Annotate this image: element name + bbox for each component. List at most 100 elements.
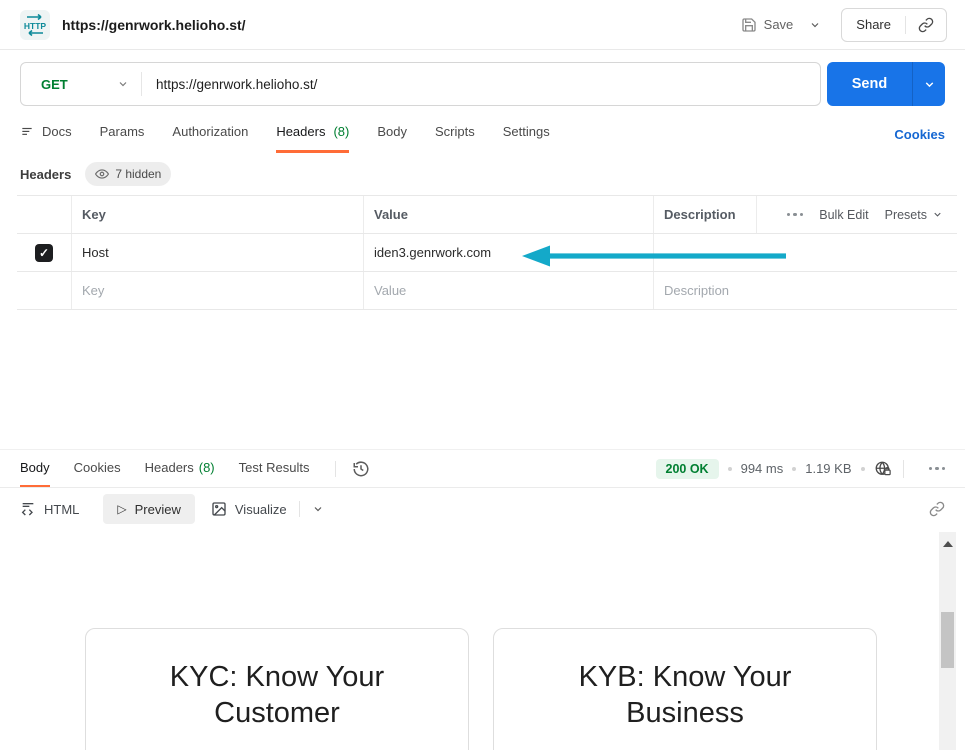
kyb-card: KYB: Know Your Business Businesses can v… [493, 628, 877, 750]
response-size: 1.19 KB [805, 461, 851, 476]
response-preview: KYC: Know Your Customer With Decentraliz… [0, 530, 965, 750]
eye-icon [95, 167, 109, 181]
send-label: Send [827, 76, 912, 92]
key-placeholder[interactable]: Key [72, 272, 364, 309]
headers-table: Key Value Description Bulk Edit Presets … [17, 195, 957, 310]
request-title: https://genrwork.helioho.st/ [62, 17, 246, 33]
toolbar-divider [299, 501, 300, 517]
tab-body[interactable]: Body [377, 110, 407, 153]
tab-params[interactable]: Params [100, 110, 145, 153]
tab-headers-count: (8) [333, 124, 349, 139]
column-header-key: Key [72, 196, 364, 233]
kyc-card: KYC: Know Your Customer With Decentraliz… [85, 628, 469, 750]
status-badge: 200 OK [656, 459, 719, 479]
network-info-button[interactable] [874, 460, 892, 478]
select-all-cell [17, 196, 72, 233]
request-tabs: Docs Params Authorization Headers (8) Bo… [0, 110, 965, 153]
response-time: 994 ms [741, 461, 784, 476]
tab-docs[interactable]: Docs [20, 110, 72, 153]
table-header-row: Key Value Description Bulk Edit Presets [17, 196, 957, 234]
separator-dot [728, 467, 732, 471]
response-tab-headers-label: Headers [145, 460, 194, 475]
request-builder: GET Send [20, 62, 945, 106]
column-header-value: Value [364, 196, 654, 233]
docs-icon [20, 125, 34, 139]
save-button[interactable]: Save [741, 17, 794, 33]
more-options-icon[interactable] [787, 213, 804, 217]
bulk-edit-button[interactable]: Bulk Edit [819, 208, 868, 222]
presets-dropdown[interactable]: Presets [885, 208, 943, 222]
scrollbar-thumb[interactable] [941, 612, 954, 668]
response-status-bar: 200 OK 994 ms 1.19 KB [656, 450, 946, 487]
headers-section-title: Headers [20, 167, 71, 182]
share-button[interactable]: Share [842, 17, 905, 32]
send-button[interactable]: Send [827, 62, 945, 106]
presets-label: Presets [885, 208, 927, 222]
view-options-button[interactable] [312, 503, 324, 515]
response-more-options-icon[interactable] [929, 467, 946, 471]
format-label: HTML [44, 502, 79, 517]
chevron-down-icon [117, 78, 129, 90]
tab-body-label: Body [377, 124, 407, 139]
history-icon [352, 460, 370, 478]
svg-text:HTTP: HTTP [24, 21, 47, 31]
format-selector[interactable]: HTML [20, 501, 79, 517]
response-tab-test-results[interactable]: Test Results [239, 450, 310, 487]
tab-settings-label: Settings [503, 124, 550, 139]
hidden-headers-toggle[interactable]: 7 hidden [85, 162, 171, 186]
http-request-icon: HTTP [20, 10, 50, 40]
chevron-down-icon [932, 209, 943, 220]
description-placeholder[interactable]: Description [654, 272, 957, 309]
response-panel: Body Cookies Headers (8) Test Results [0, 449, 965, 750]
app-window: HTTP https://genrwork.helioho.st/ Save [0, 0, 965, 750]
save-icon [741, 17, 757, 33]
response-tab-body[interactable]: Body [20, 450, 50, 487]
url-input[interactable] [142, 77, 820, 92]
table-row-host: ✓ Host iden3.genrwork.com [17, 234, 957, 272]
chevron-down-icon [312, 503, 324, 515]
tab-headers-label: Headers [276, 124, 325, 139]
save-label: Save [764, 17, 794, 32]
play-icon: ▷ [117, 502, 126, 516]
response-tab-headers[interactable]: Headers (8) [145, 450, 215, 487]
tab-params-label: Params [100, 124, 145, 139]
globe-lock-icon [874, 460, 892, 478]
visualize-button[interactable]: Visualize [211, 501, 287, 517]
send-options-button[interactable] [913, 78, 945, 91]
check-icon: ✓ [39, 246, 49, 260]
response-tabs: Body Cookies Headers (8) Test Results [0, 450, 965, 488]
response-link-button[interactable] [929, 501, 945, 517]
response-tab-tests-label: Test Results [239, 460, 310, 475]
hidden-headers-label: 7 hidden [115, 167, 161, 181]
response-history-button[interactable] [352, 460, 370, 478]
share-button-group: Share [841, 8, 947, 42]
tab-settings[interactable]: Settings [503, 110, 550, 153]
separator-dot [861, 467, 865, 471]
copy-link-button[interactable] [906, 17, 946, 33]
value-placeholder[interactable]: Value [364, 272, 654, 309]
method-selector[interactable]: GET [21, 77, 129, 92]
preview-cards: KYC: Know Your Customer With Decentraliz… [0, 530, 965, 750]
header-value-cell[interactable]: iden3.genrwork.com [364, 234, 654, 271]
header-key-cell[interactable]: Host [72, 234, 364, 271]
response-tab-cookies[interactable]: Cookies [74, 450, 121, 487]
topbar-actions: Save Share [741, 8, 947, 42]
save-options-button[interactable] [809, 19, 821, 31]
header-description-cell[interactable] [654, 234, 957, 271]
preview-button[interactable]: ▷ Preview [103, 494, 194, 524]
tab-authorization-label: Authorization [172, 124, 248, 139]
row-checkbox[interactable]: ✓ [35, 244, 53, 262]
tab-scripts[interactable]: Scripts [435, 110, 475, 153]
tab-docs-label: Docs [42, 124, 72, 139]
preview-scrollbar[interactable] [939, 532, 956, 750]
preview-label: Preview [135, 502, 181, 517]
url-box: GET [20, 62, 821, 106]
tab-authorization[interactable]: Authorization [172, 110, 248, 153]
cookies-link[interactable]: Cookies [894, 127, 945, 153]
tab-headers[interactable]: Headers (8) [276, 110, 349, 153]
method-label: GET [41, 77, 68, 92]
response-tabs-divider [335, 461, 336, 477]
scrollbar-up-arrow-icon[interactable] [943, 541, 953, 547]
response-tab-body-label: Body [20, 460, 50, 475]
top-bar: HTTP https://genrwork.helioho.st/ Save [0, 0, 965, 50]
